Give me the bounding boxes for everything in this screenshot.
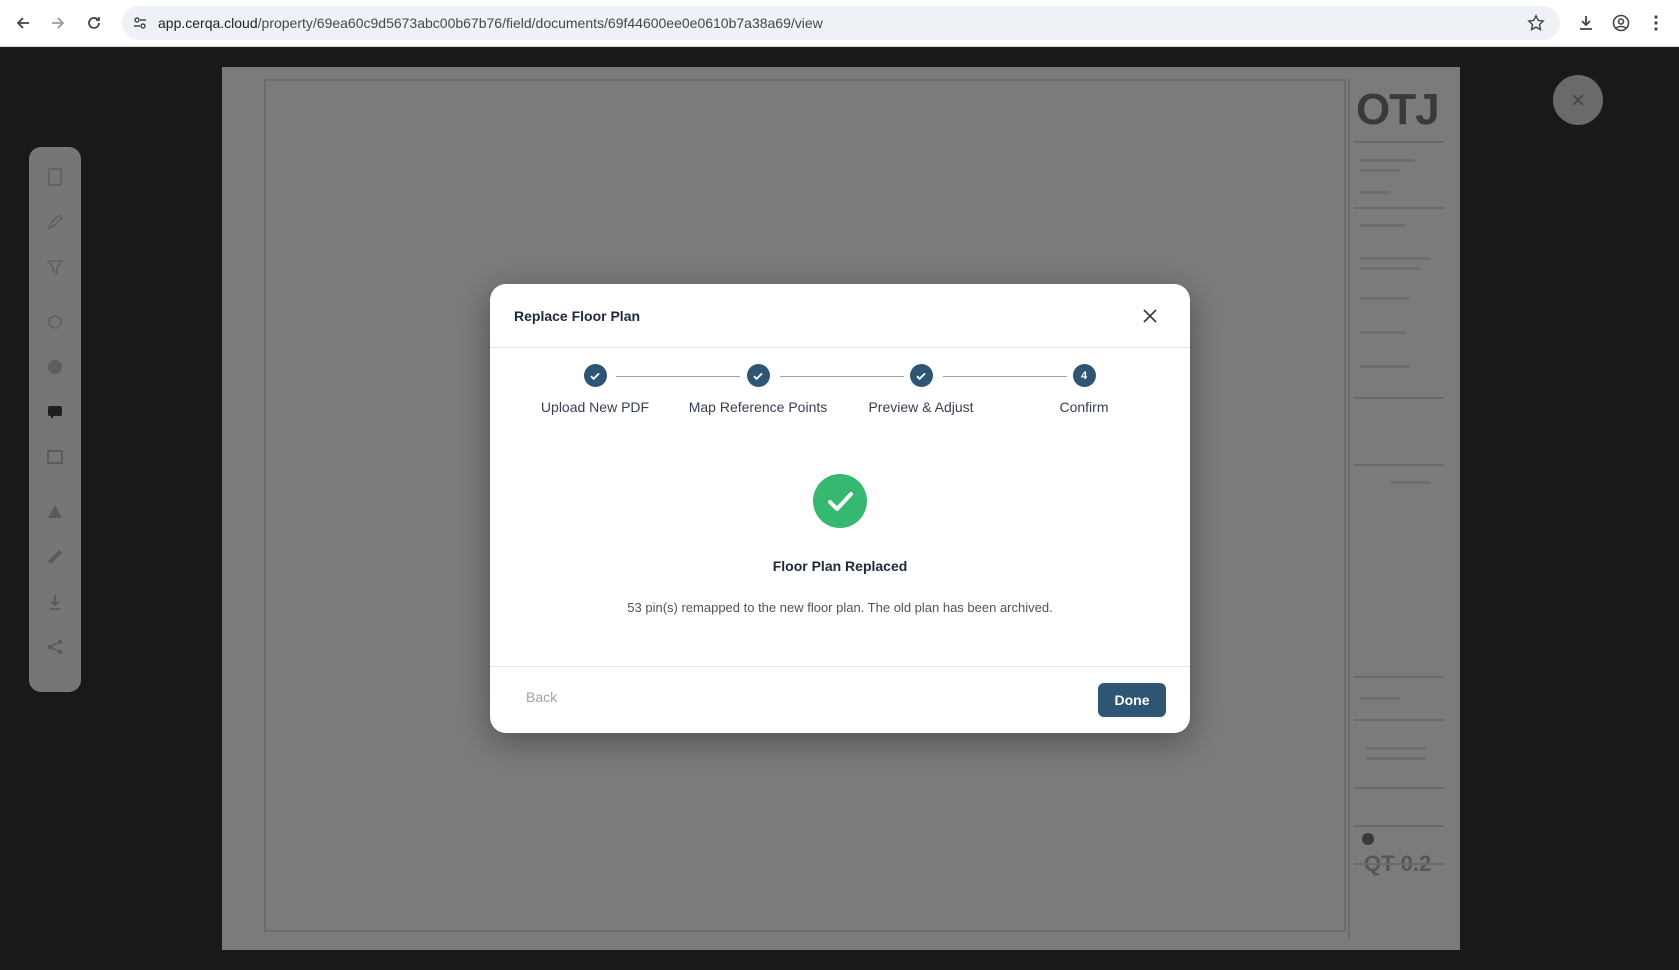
back-arrow-icon[interactable] [11, 11, 35, 35]
success-message: 53 pin(s) remapped to the new floor plan… [627, 600, 1053, 615]
warning-icon[interactable] [45, 502, 65, 522]
title-block: OTJ QT 0.2 [1348, 79, 1446, 939]
text-line [1360, 159, 1415, 162]
text-line [1360, 191, 1390, 194]
step-label: Map Reference Points [688, 399, 828, 415]
site-settings-icon[interactable] [132, 15, 148, 36]
divider [1354, 719, 1444, 721]
step-label: Confirm [1059, 399, 1109, 415]
document-logo: OTJ [1356, 85, 1440, 134]
download-icon[interactable] [1574, 11, 1598, 35]
viewer-toolbar [29, 147, 81, 692]
url-host: app.cerqa.cloud [158, 15, 258, 31]
back-button[interactable]: Back [526, 689, 557, 705]
step-label: Upload New PDF [540, 399, 650, 415]
step-complete-indicator [909, 364, 933, 387]
browser-menu-icon[interactable] [1644, 11, 1668, 35]
check-icon [916, 372, 926, 380]
circle-icon[interactable] [45, 357, 65, 377]
divider [1354, 676, 1444, 678]
dialog-close-button[interactable] [1138, 304, 1162, 328]
text-line [1360, 697, 1400, 700]
dialog-title: Replace Floor Plan [514, 308, 641, 324]
dialog-header: Replace Floor Plan [490, 284, 1190, 348]
filter-icon[interactable] [45, 257, 65, 277]
step-number: 4 [1072, 364, 1096, 387]
step-preview: Preview & Adjust [841, 364, 1001, 415]
divider [1354, 863, 1444, 865]
text-line [1366, 757, 1426, 760]
done-button[interactable]: Done [1098, 683, 1166, 717]
step-complete-indicator [583, 364, 607, 387]
divider [1354, 397, 1444, 399]
text-line [1360, 267, 1420, 270]
browser-toolbar: app.cerqa.cloud/property/69ea60c9d5673ab… [0, 0, 1679, 47]
divider [1354, 141, 1444, 143]
download-tool-icon[interactable] [45, 592, 65, 612]
close-icon [1572, 94, 1584, 106]
replace-floor-plan-dialog: Replace Floor Plan Upload New PDF Map Re… [490, 284, 1190, 733]
ruler-icon[interactable] [45, 547, 65, 567]
success-title: Floor Plan Replaced [772, 558, 908, 574]
forward-arrow-icon[interactable] [46, 11, 70, 35]
north-marker-icon [1362, 833, 1374, 845]
address-bar[interactable]: app.cerqa.cloud/property/69ea60c9d5673ab… [122, 6, 1560, 40]
text-line [1360, 331, 1405, 334]
close-viewer-button[interactable] [1553, 75, 1603, 125]
text-line [1360, 257, 1430, 260]
close-icon [1143, 309, 1157, 323]
stepper: Upload New PDF Map Reference Points Prev… [490, 364, 1190, 424]
check-icon [590, 372, 600, 380]
rotate-icon[interactable] [45, 312, 65, 332]
divider [1354, 787, 1444, 789]
text-line [1390, 481, 1430, 484]
text-line [1366, 747, 1426, 750]
step-upload: Upload New PDF [515, 364, 675, 415]
bookmark-star-icon[interactable] [1527, 14, 1545, 37]
step-confirm: 4 Confirm [1004, 364, 1164, 415]
url-path: /property/69ea60c9d5673abc00b67b76/field… [257, 15, 823, 31]
reload-icon[interactable] [82, 11, 106, 35]
comment-icon[interactable] [45, 402, 65, 422]
pencil-icon[interactable] [45, 212, 65, 232]
text-line [1360, 169, 1400, 172]
profile-icon[interactable] [1609, 11, 1633, 35]
text-line [1360, 365, 1410, 368]
text-line [1360, 224, 1405, 227]
divider [1354, 464, 1444, 466]
dialog-footer: Back Done [490, 666, 1190, 733]
share-icon[interactable] [45, 637, 65, 657]
step-complete-indicator [746, 364, 770, 387]
layers-icon[interactable] [45, 447, 65, 467]
step-label: Preview & Adjust [868, 399, 974, 415]
page-icon[interactable] [45, 167, 65, 187]
text-line [1360, 297, 1410, 300]
url-text: app.cerqa.cloud/property/69ea60c9d5673ab… [158, 6, 823, 40]
divider [1354, 825, 1444, 827]
check-icon [753, 372, 763, 380]
success-check-icon [813, 474, 867, 528]
step-map-reference: Map Reference Points [678, 364, 838, 415]
divider [1354, 207, 1444, 209]
